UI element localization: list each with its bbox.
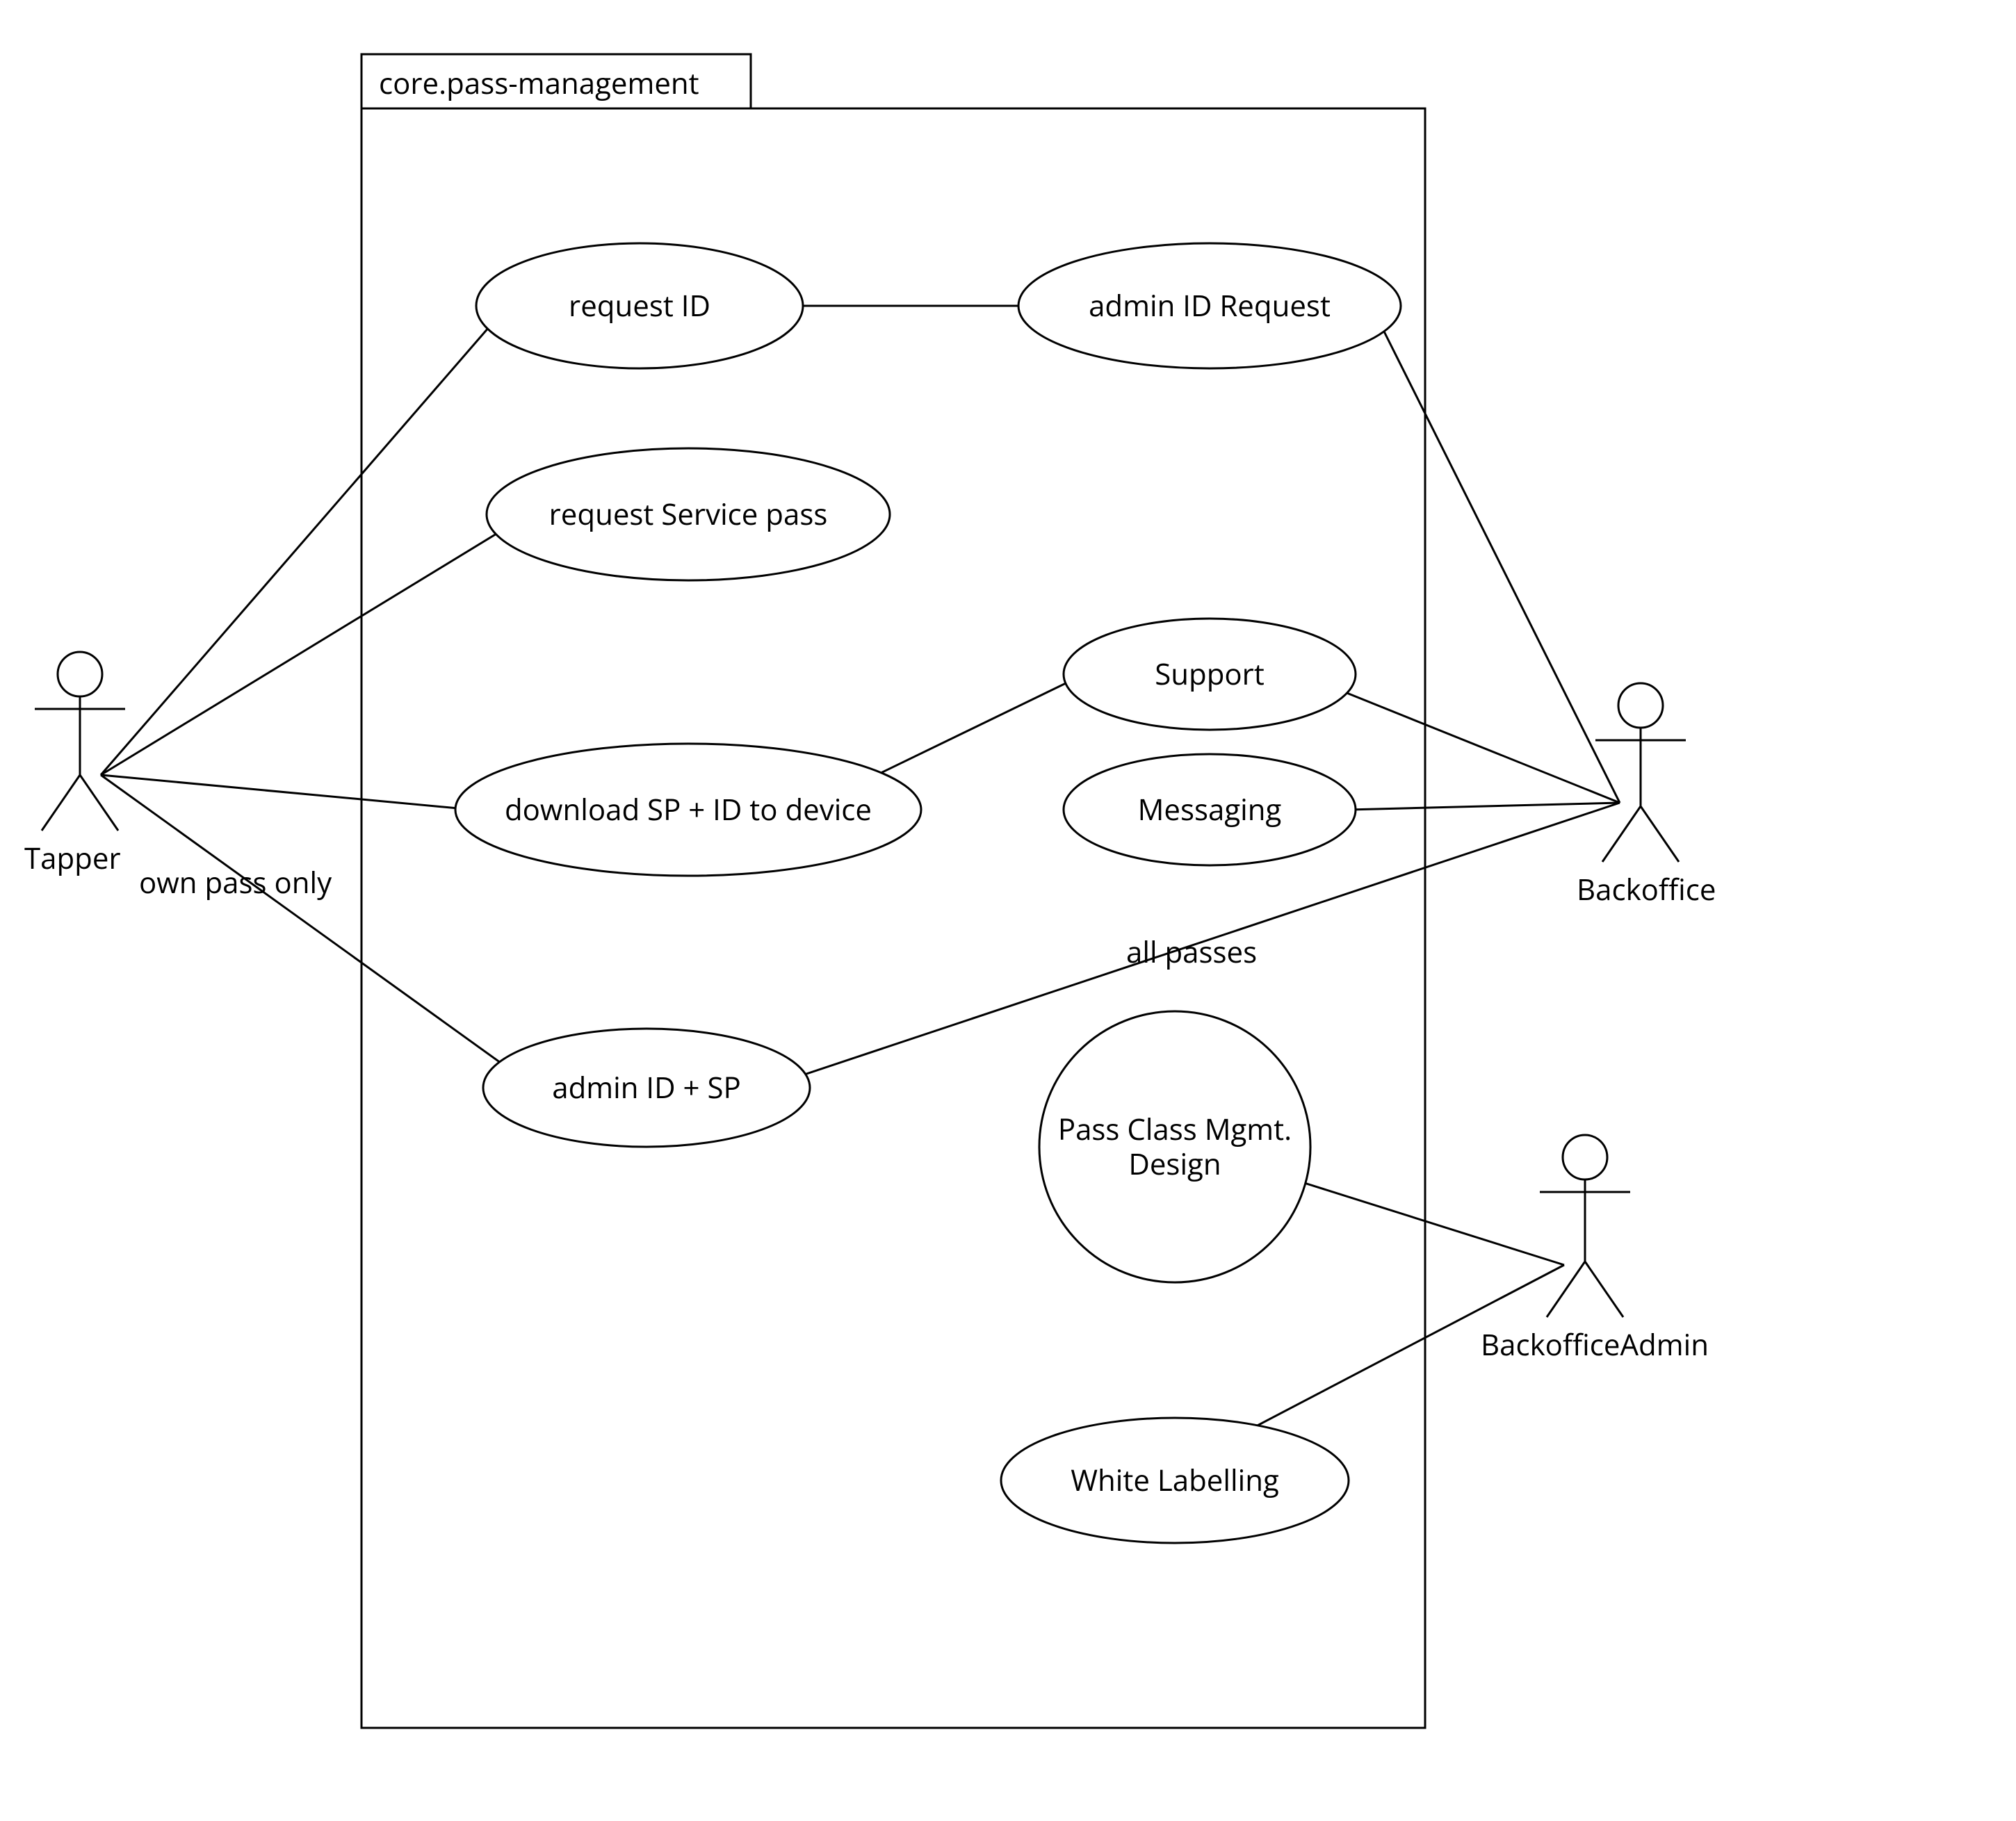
edge-tapper-download	[101, 775, 473, 810]
edge-download-support	[855, 674, 1084, 785]
usecase-request-id-label: request ID	[569, 286, 710, 325]
usecase-white-labelling-label: White Labelling	[1071, 1460, 1279, 1500]
usecase-admin-id-request-label: admin ID Request	[1089, 286, 1331, 325]
usecase-support-label: Support	[1155, 654, 1265, 694]
usecase-download-sp-id-label: download SP + ID to device	[505, 790, 872, 829]
usecase-pass-class-mgmt-line1: Pass Class Mgmt.	[1058, 1109, 1292, 1149]
system-title: core.pass-management	[379, 63, 699, 103]
usecase-diagram: own pass only all passes core.pass-manag…	[0, 0, 2016, 1821]
assoc-label-own-pass: own pass only	[139, 863, 332, 902]
actor-backoffice-admin-label: BackofficeAdmin	[1481, 1325, 1709, 1364]
edge-backoffice-support	[1335, 688, 1620, 803]
edge-tapper-requestSP	[101, 514, 528, 775]
actor-backoffice: Backoffice	[1577, 683, 1716, 909]
usecase-request-service-pass-label: request Service pass	[549, 494, 828, 534]
assoc-label-all-passes: all passes	[1126, 932, 1257, 972]
edge-backoffice-adminIdReq	[1383, 330, 1620, 803]
actor-tapper-label: Tapper	[24, 838, 121, 878]
usecase-admin-id-sp-label: admin ID + SP	[552, 1068, 741, 1107]
edge-boadmin-passClass	[1300, 1182, 1564, 1265]
usecase-pass-class-mgmt-line2: Design	[1128, 1144, 1221, 1184]
actor-backoffice-label: Backoffice	[1577, 869, 1716, 909]
edge-backoffice-messaging	[1349, 803, 1620, 810]
usecase-messaging-label: Messaging	[1138, 790, 1282, 829]
edge-tapper-requestId	[101, 306, 507, 775]
